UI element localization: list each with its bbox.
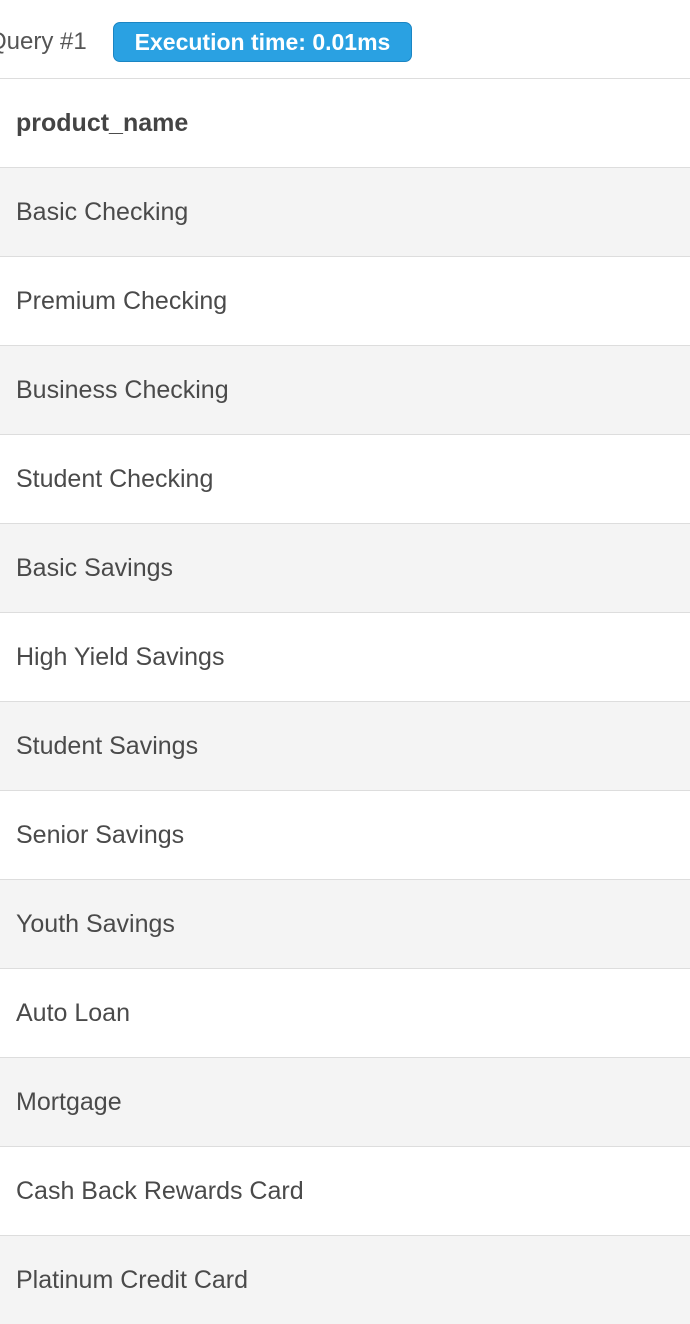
execution-time-badge: Execution time: 0.01ms [113, 22, 412, 62]
table-cell: Basic Checking [0, 167, 690, 257]
table-row: Senior Savings [0, 790, 690, 880]
query-results-panel: Query #1 Execution time: 0.01ms product_… [0, 0, 690, 1324]
table-row: Premium Checking [0, 256, 690, 346]
table-cell: Basic Savings [0, 523, 690, 613]
table-row: Student Checking [0, 434, 690, 524]
table-row: Basic Savings [0, 523, 690, 613]
table-cell: Business Checking [0, 345, 690, 435]
table-row: Youth Savings [0, 879, 690, 969]
table-cell: Youth Savings [0, 879, 690, 969]
table-row: Mortgage [0, 1057, 690, 1147]
table-row: Basic Checking [0, 167, 690, 257]
column-header-product-name: product_name [0, 78, 690, 168]
query-header: Query #1 Execution time: 0.01ms [0, 0, 690, 79]
table-cell: Platinum Credit Card [0, 1235, 690, 1324]
table-row: Business Checking [0, 345, 690, 435]
table-cell: Mortgage [0, 1057, 690, 1147]
table-cell: Student Savings [0, 701, 690, 791]
table-header-row: product_name [0, 78, 690, 168]
table-cell: Premium Checking [0, 256, 690, 346]
table-row: Cash Back Rewards Card [0, 1146, 690, 1236]
table-body: Basic Checking Premium Checking Business… [0, 167, 690, 1324]
table-row: Platinum Credit Card [0, 1235, 690, 1324]
table-row: Student Savings [0, 701, 690, 791]
table-row: High Yield Savings [0, 612, 690, 702]
table-row: Auto Loan [0, 968, 690, 1058]
table-cell: Senior Savings [0, 790, 690, 880]
results-table: product_name Basic Checking Premium Chec… [0, 78, 690, 1324]
table-cell: High Yield Savings [0, 612, 690, 702]
table-cell: Auto Loan [0, 968, 690, 1058]
table-cell: Student Checking [0, 434, 690, 524]
query-label: Query #1 [0, 28, 87, 55]
table-cell: Cash Back Rewards Card [0, 1146, 690, 1236]
